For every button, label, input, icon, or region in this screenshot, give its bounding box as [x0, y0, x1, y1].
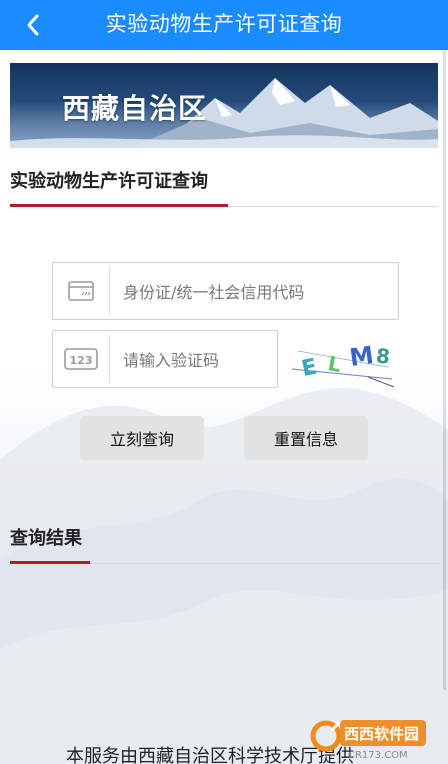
- captcha-char: 8: [375, 343, 391, 368]
- result-section-title: 查询结果: [10, 528, 82, 549]
- captcha-image[interactable]: E L M 8: [288, 339, 398, 389]
- id-input-box[interactable]: 身份证/统一社会信用代码: [52, 262, 399, 320]
- captcha-input-box[interactable]: 123 请输入验证码: [52, 330, 278, 388]
- query-button[interactable]: 立刻查询: [80, 416, 204, 460]
- top-bar: 实验动物生产许可证查询: [0, 0, 448, 50]
- captcha-char: L: [326, 351, 343, 377]
- banner-title: 西藏自治区: [62, 92, 208, 125]
- page-title: 实验动物生产许可证查询: [105, 12, 343, 36]
- region-banner: 西藏自治区: [10, 63, 438, 148]
- captcha-char: M: [348, 341, 376, 372]
- query-section-title: 实验动物生产许可证查询: [10, 171, 208, 192]
- watermark-brand: 西西软件园: [344, 725, 419, 743]
- captcha-char: E: [299, 354, 319, 382]
- input-separator: [109, 335, 110, 383]
- site-watermark: 西西软件园 CR173.COM: [310, 720, 426, 761]
- input-separator: [109, 267, 110, 315]
- captcha-input[interactable]: 请输入验证码: [123, 331, 269, 387]
- scrollbar[interactable]: [443, 50, 446, 690]
- reset-button[interactable]: 重置信息: [244, 416, 368, 460]
- card-icon: [53, 263, 109, 319]
- id-input[interactable]: 身份证/统一社会信用代码: [123, 263, 390, 319]
- main-content: 西藏自治区 实验动物生产许可证查询 身份证/统一社会信用代码 123 请输入验证: [0, 50, 448, 764]
- title-underline: [10, 561, 90, 564]
- number-pad-icon: 123: [53, 331, 109, 387]
- title-underline: [10, 204, 228, 207]
- mountain-background: [0, 388, 448, 764]
- watermark-domain: CR173.COM: [348, 750, 408, 761]
- svg-text:123: 123: [70, 354, 93, 367]
